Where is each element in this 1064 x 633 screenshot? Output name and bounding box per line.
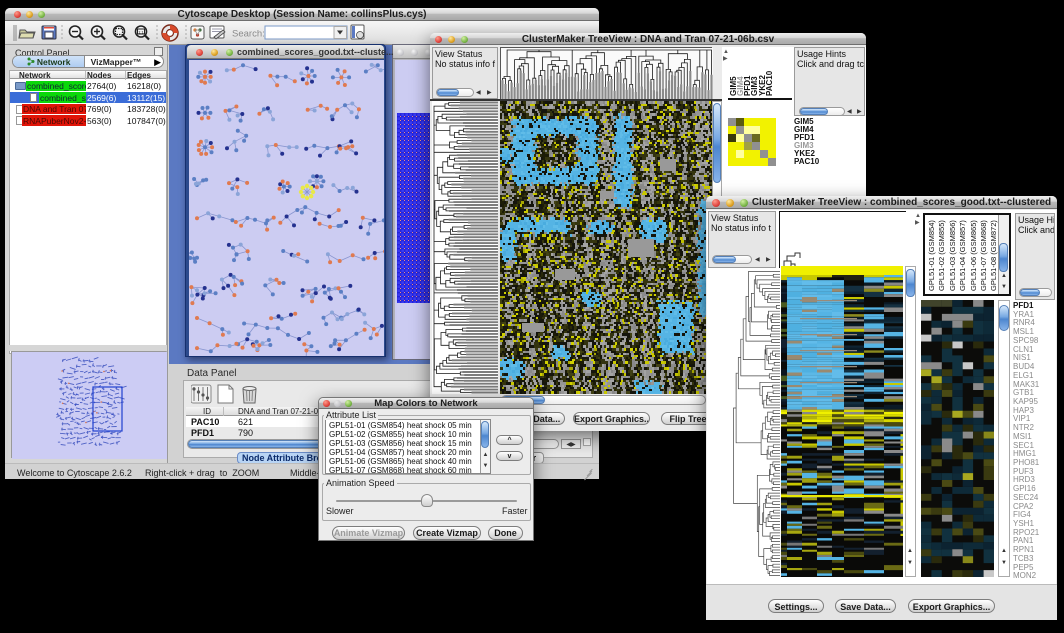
svg-text:1:1: 1:1 xyxy=(138,29,144,34)
svg-text:Search:: Search: xyxy=(232,29,265,40)
